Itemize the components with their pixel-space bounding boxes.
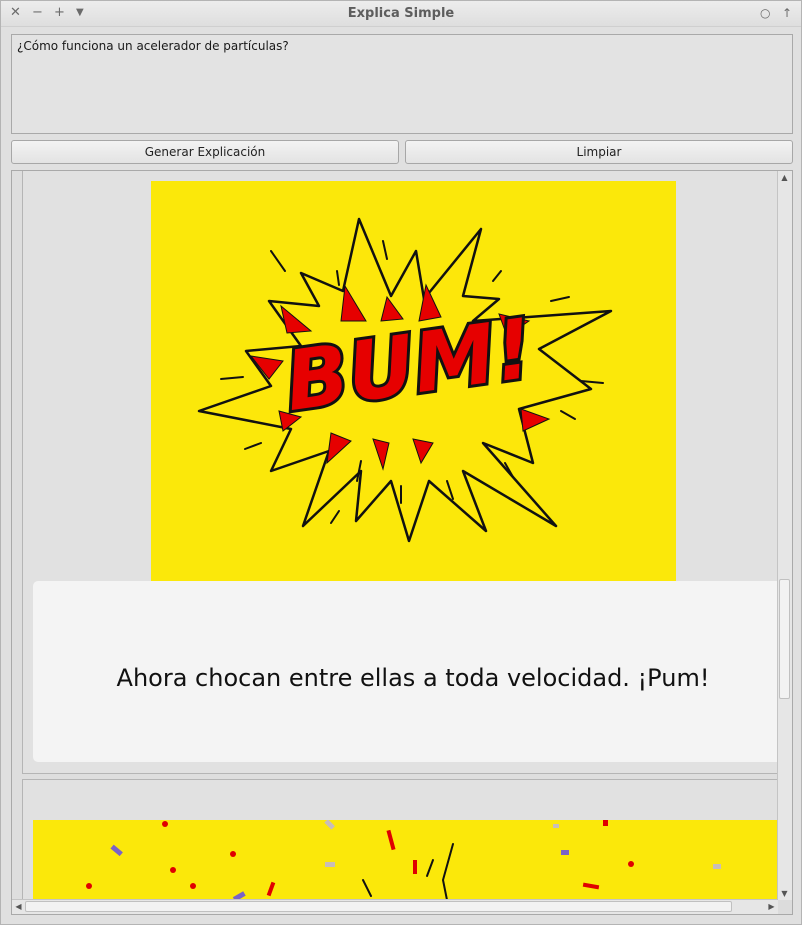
scroll-down-arrow-icon[interactable]: ▼ bbox=[778, 887, 791, 900]
result-card bbox=[22, 779, 780, 914]
vertical-scroll-thumb[interactable] bbox=[779, 579, 790, 699]
comic-explosion-image: BUM! bbox=[151, 181, 676, 581]
explosion-illustration: BUM! bbox=[197, 217, 613, 543]
title-bar: ✕ − + ▼ Explica Simple ○ ↑ bbox=[1, 1, 801, 27]
app-window: ✕ − + ▼ Explica Simple ○ ↑ ¿Cómo funcion… bbox=[0, 0, 802, 925]
caption-panel: Ahora chocan entre ellas a toda velocida… bbox=[33, 581, 779, 762]
pin-icon[interactable]: ↑ bbox=[782, 5, 792, 21]
horizontal-scroll-thumb[interactable] bbox=[25, 901, 732, 912]
scroll-up-arrow-icon[interactable]: ▲ bbox=[778, 171, 791, 184]
scroll-left-arrow-icon[interactable]: ◀ bbox=[12, 900, 25, 913]
explanation-caption: Ahora chocan entre ellas a toda velocida… bbox=[116, 664, 710, 692]
question-input[interactable]: ¿Cómo funciona un acelerador de partícul… bbox=[11, 34, 793, 134]
restore-icon[interactable]: ○ bbox=[760, 5, 770, 21]
results-scroll-area[interactable]: BUM! Ahora chocan entre ellas a toda vel… bbox=[11, 170, 793, 915]
vertical-scrollbar[interactable]: ▲ ▼ bbox=[777, 171, 792, 914]
horizontal-scrollbar[interactable]: ◀ ▶ bbox=[12, 899, 778, 914]
result-card: BUM! Ahora chocan entre ellas a toda vel… bbox=[22, 171, 780, 774]
clear-button[interactable]: Limpiar bbox=[405, 140, 793, 164]
window-title: Explica Simple bbox=[347, 6, 455, 21]
scroll-right-arrow-icon[interactable]: ▶ bbox=[765, 900, 778, 913]
scroll-corner bbox=[778, 900, 792, 914]
generate-button[interactable]: Generar Explicación bbox=[11, 140, 399, 164]
